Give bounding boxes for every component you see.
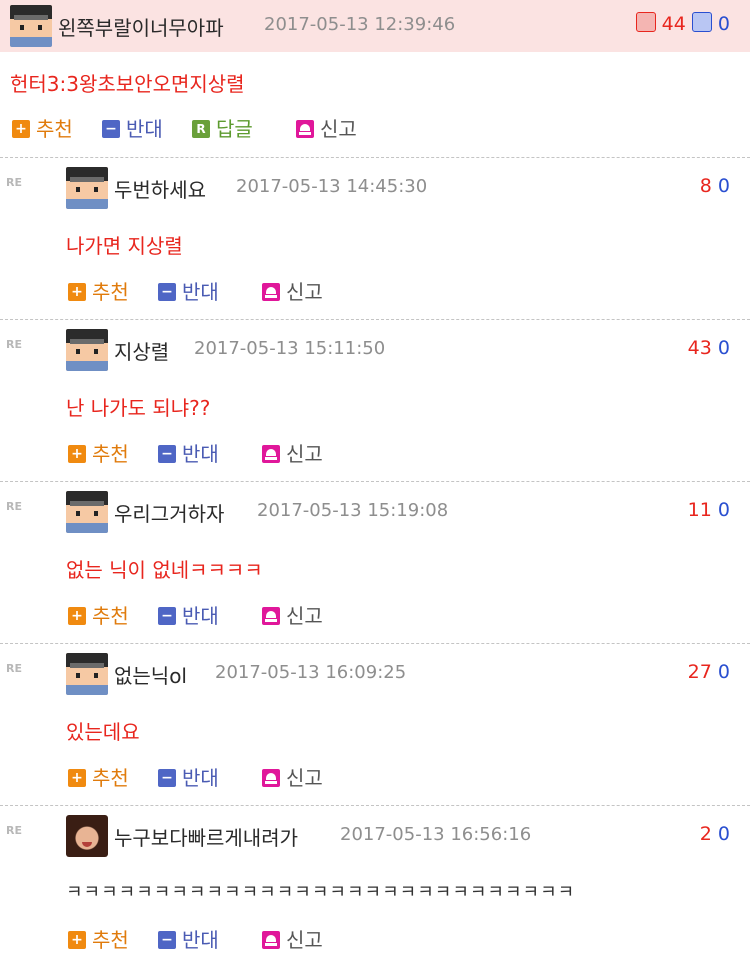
main-post-header: 왼쪽부랄이너무아파 2017-05-13 12:39:46 44 0 xyxy=(0,0,750,52)
comment-actions: + 추천 − 반대 신고 xyxy=(68,279,468,305)
comment-date: 2017-05-13 16:56:16 xyxy=(340,824,532,845)
comment-date: 2017-05-13 15:19:08 xyxy=(257,500,449,521)
comment-date: 2017-05-13 15:11:50 xyxy=(194,338,386,359)
reply-marker: RE xyxy=(6,338,22,351)
comment-actions: + 추천 − 반대 신고 xyxy=(68,441,468,467)
down-count: 0 xyxy=(717,499,730,521)
reply-marker: RE xyxy=(6,662,22,675)
main-post: 왼쪽부랄이너무아파 2017-05-13 12:39:46 44 0 헌터3:3… xyxy=(0,0,750,156)
plus-icon: + xyxy=(12,120,30,138)
down-count: 0 xyxy=(717,337,730,359)
up-count: 8 xyxy=(699,175,712,197)
reply-icon: R xyxy=(192,120,210,138)
reply-marker: RE xyxy=(6,824,22,837)
up-count: 2 xyxy=(699,823,712,845)
avatar[interactable] xyxy=(66,653,108,695)
plus-icon: + xyxy=(68,445,86,463)
post-date: 2017-05-13 12:39:46 xyxy=(264,14,456,35)
comment-body: 있는데요 xyxy=(66,720,140,744)
siren-icon xyxy=(262,769,280,787)
avatar[interactable] xyxy=(66,815,108,857)
up-count: 11 xyxy=(687,499,712,521)
down-count: 0 xyxy=(717,823,730,845)
author-name[interactable]: 지상렬 xyxy=(114,336,169,365)
up-count: 43 xyxy=(687,337,712,359)
up-count: 27 xyxy=(687,661,712,683)
siren-icon xyxy=(262,607,280,625)
minus-icon: − xyxy=(158,445,176,463)
author-name[interactable]: 누구보다빠르게내려가 xyxy=(114,822,298,851)
minus-icon: − xyxy=(158,607,176,625)
vote-counts: 43 0 xyxy=(688,337,730,359)
minus-icon: − xyxy=(158,931,176,949)
comment-actions: + 추천 − 반대 신고 xyxy=(68,765,468,791)
plus-icon: + xyxy=(68,931,86,949)
comment-actions: + 추천 − 반대 신고 xyxy=(68,927,468,953)
reply-marker: RE xyxy=(6,176,22,189)
author-name[interactable]: 두번하세요 xyxy=(114,174,206,203)
divider xyxy=(0,157,750,158)
plus-icon: + xyxy=(68,769,86,787)
vote-counts: 11 0 xyxy=(688,499,730,521)
avatar[interactable] xyxy=(66,329,108,371)
divider xyxy=(0,643,750,644)
minus-icon: − xyxy=(158,769,176,787)
siren-icon xyxy=(262,445,280,463)
vote-counts: 8 0 xyxy=(700,175,730,197)
reply-marker: RE xyxy=(6,500,22,513)
post-body: 헌터3:3왕초보안오면지상렬 xyxy=(10,72,245,96)
siren-icon xyxy=(296,120,314,138)
plus-icon: + xyxy=(68,607,86,625)
siren-icon xyxy=(262,283,280,301)
avatar[interactable] xyxy=(10,5,52,47)
comment-body: 없는 닉이 없네ㅋㅋㅋㅋ xyxy=(66,558,263,582)
comment-date: 2017-05-13 16:09:25 xyxy=(215,662,407,683)
down-count: 0 xyxy=(717,175,730,197)
thumbs-down-icon[interactable] xyxy=(691,12,712,32)
thumbs-up-icon[interactable] xyxy=(635,12,656,32)
down-count: 0 xyxy=(717,661,730,683)
comment-body: 나가면 지상렬 xyxy=(66,234,183,258)
divider xyxy=(0,805,750,806)
comment-date: 2017-05-13 14:45:30 xyxy=(236,176,428,197)
author-name[interactable]: 없는닉ol xyxy=(114,660,187,689)
minus-icon: − xyxy=(158,283,176,301)
plus-icon: + xyxy=(68,283,86,301)
vote-counts: 44 0 xyxy=(635,12,730,35)
divider xyxy=(0,481,750,482)
author-name[interactable]: 우리그거하자 xyxy=(114,498,224,527)
avatar[interactable] xyxy=(66,491,108,533)
divider xyxy=(0,319,750,320)
siren-icon xyxy=(262,931,280,949)
avatar[interactable] xyxy=(66,167,108,209)
down-count: 0 xyxy=(717,13,730,35)
post-actions: + 추천 − 반대 R 답글 신고 xyxy=(12,116,612,142)
up-count: 44 xyxy=(661,13,686,35)
author-name[interactable]: 왼쪽부랄이너무아파 xyxy=(58,12,224,41)
comment-body: ㅋㅋㅋㅋㅋㅋㅋㅋㅋㅋㅋㅋㅋㅋㅋㅋㅋㅋㅋㅋㅋㅋㅋㅋㅋㅋㅋㅋㅋ xyxy=(66,882,576,903)
minus-icon: − xyxy=(102,120,120,138)
vote-counts: 27 0 xyxy=(688,661,730,683)
comment-body: 난 나가도 되냐?? xyxy=(66,396,211,420)
comment-actions: + 추천 − 반대 신고 xyxy=(68,603,468,629)
vote-counts: 2 0 xyxy=(700,823,730,845)
